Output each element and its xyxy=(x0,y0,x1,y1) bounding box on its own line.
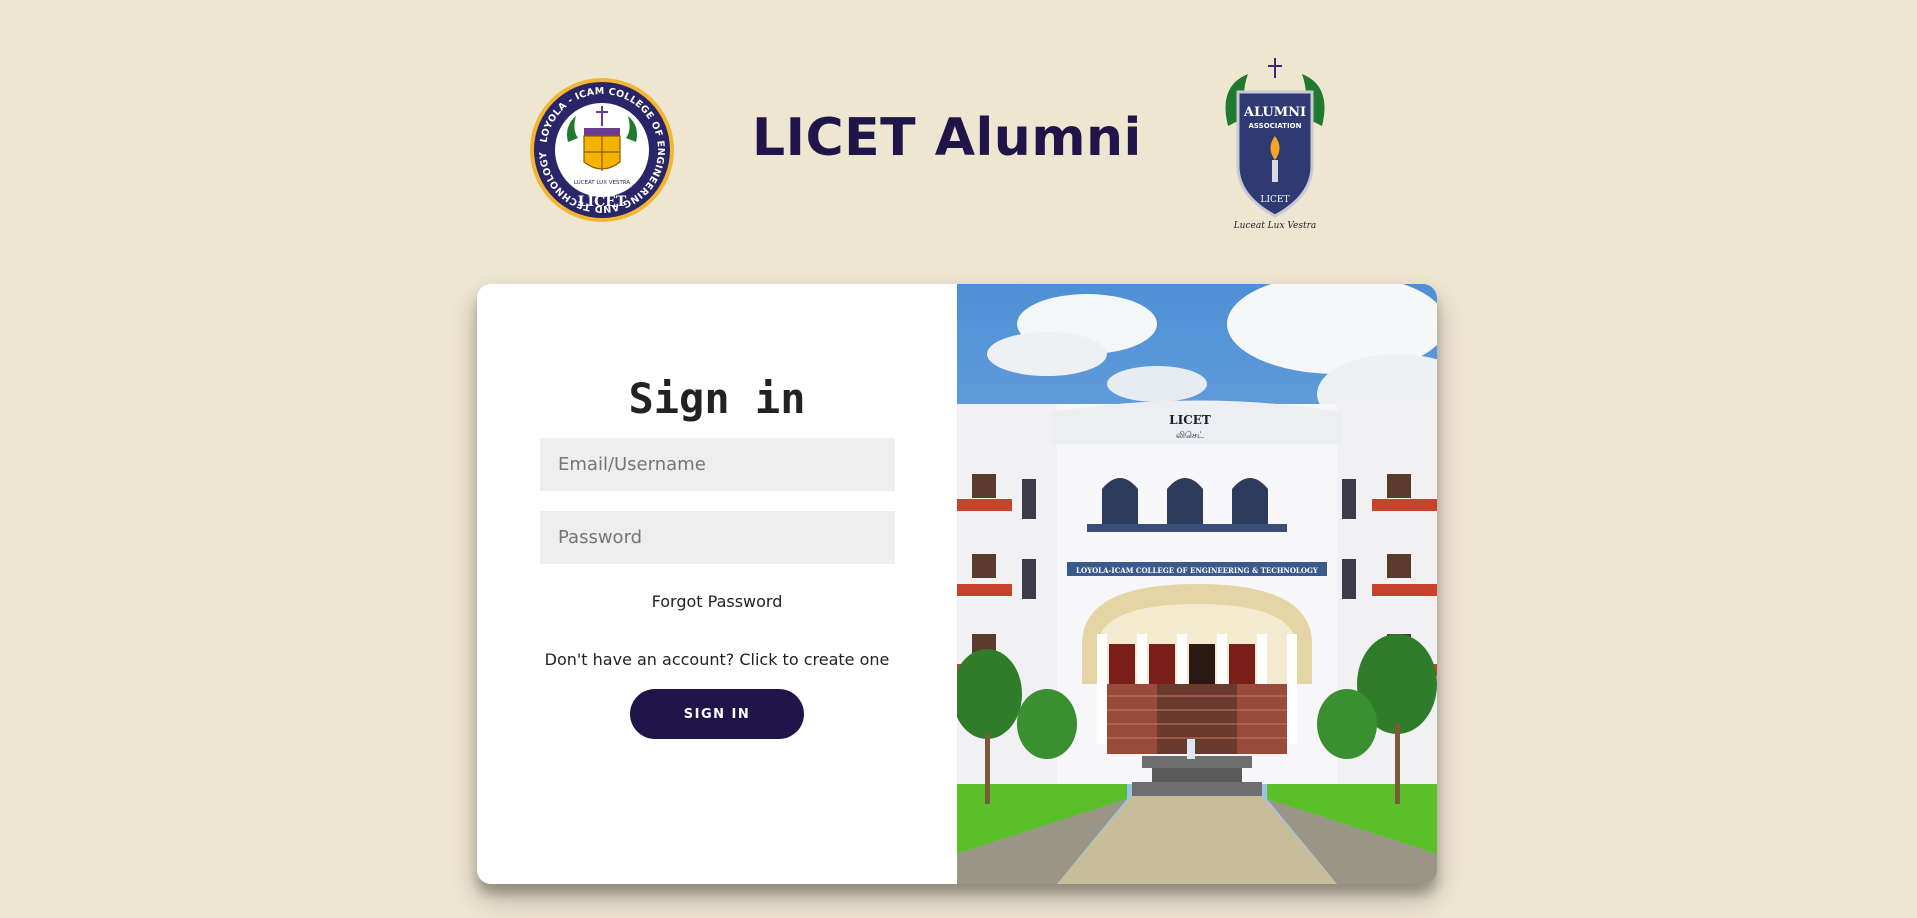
crest-name: LICET xyxy=(1261,195,1290,205)
college-logo: LOYOLA - ICAM COLLEGE OF ENGINEERING AND… xyxy=(530,78,674,222)
campus-photo: LICET லிசெட் LOYOLA-ICAM COLLEGE OF ENGI… xyxy=(957,284,1437,884)
signin-button[interactable]: SIGN IN xyxy=(630,689,804,739)
signin-heading: Sign in xyxy=(628,374,806,423)
crest-line1: ALUMNI xyxy=(1243,105,1306,120)
create-account-link[interactable]: Don't have an account? Click to create o… xyxy=(477,650,957,669)
logo-motto: LUCEAT LUX VESTRA xyxy=(574,180,631,186)
password-field[interactable] xyxy=(540,511,895,564)
campus-building-image: LICET லிசெட் LOYOLA-ICAM COLLEGE OF ENGI… xyxy=(957,284,1437,884)
forgot-password-link[interactable]: Forgot Password xyxy=(477,592,957,611)
email-field[interactable] xyxy=(540,438,895,491)
building-sign: LICET xyxy=(1169,413,1211,427)
crest-motto: Luceat Lux Vestra xyxy=(1233,221,1317,231)
site-header: LOYOLA - ICAM COLLEGE OF ENGINEERING AND… xyxy=(0,0,1917,260)
signin-form: Sign in Forgot Password Don't have an ac… xyxy=(477,284,957,884)
logo-name: LICET xyxy=(578,194,627,210)
page-title: LICET Alumni xyxy=(752,108,1142,168)
facade-banner: LOYOLA-ICAM COLLEGE OF ENGINEERING & TEC… xyxy=(1076,566,1319,575)
building-sign-tamil: லிசெட் xyxy=(1176,431,1205,441)
login-page: LOYOLA - ICAM COLLEGE OF ENGINEERING AND… xyxy=(0,0,1917,918)
alumni-association-logo: ALUMNI ASSOCIATION LICET Luceat Lux Vest… xyxy=(1225,58,1325,231)
crest-line2: ASSOCIATION xyxy=(1249,122,1302,130)
signin-card: Sign in Forgot Password Don't have an ac… xyxy=(477,284,1437,884)
